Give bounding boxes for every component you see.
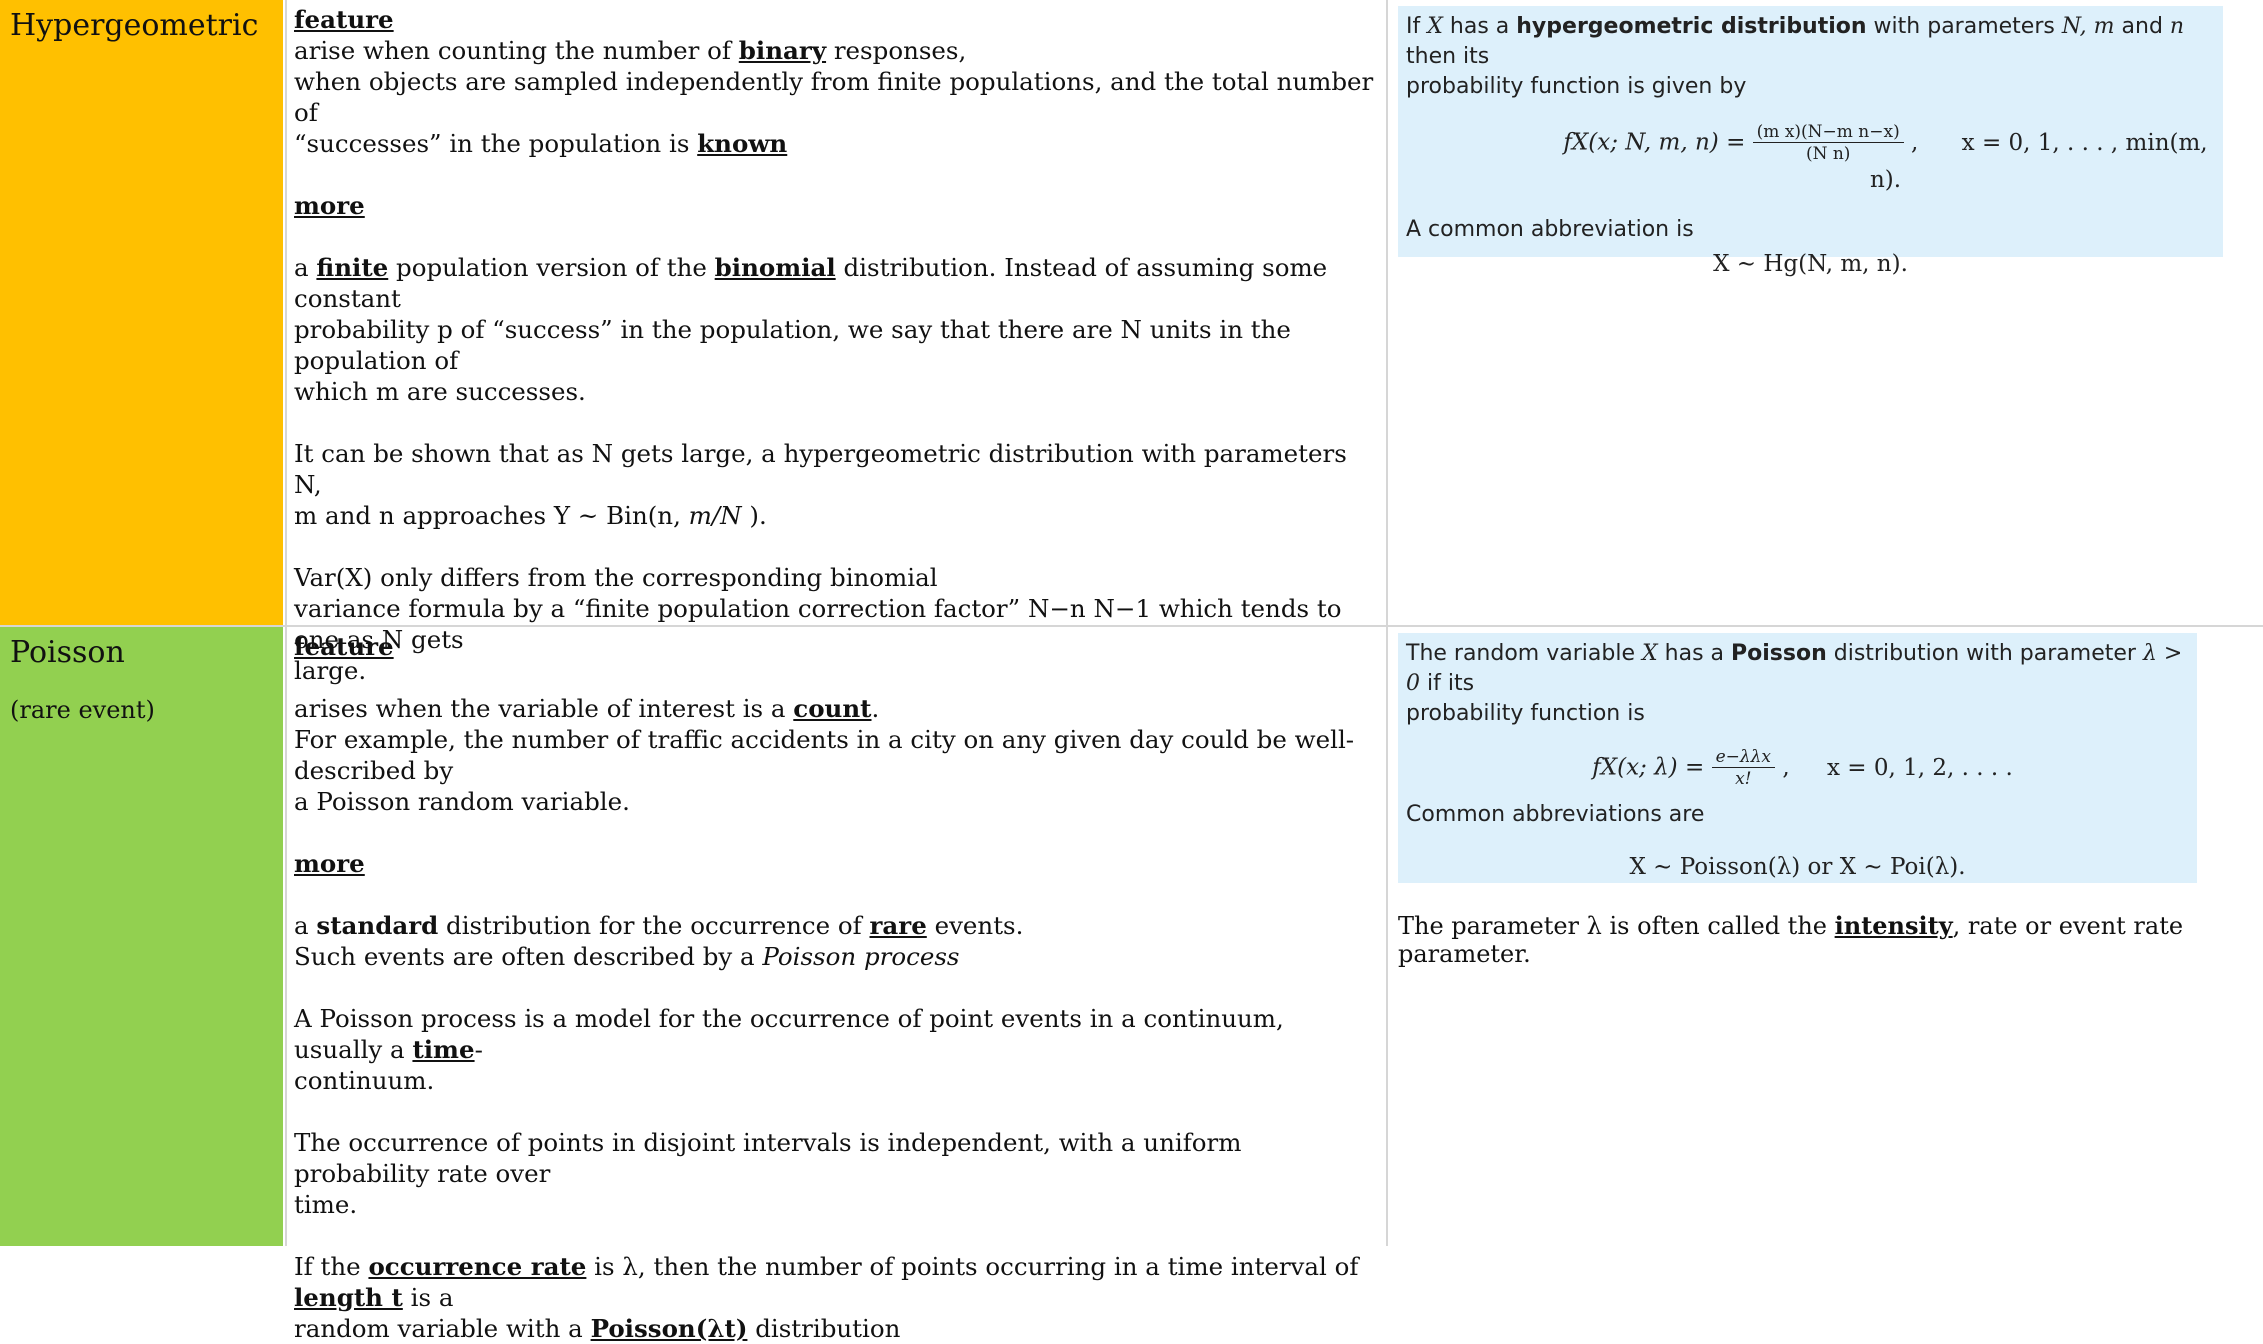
more-heading: more [294, 849, 365, 878]
feature-heading: feature [294, 5, 394, 34]
feature-text: arises when the variable of interest is … [294, 694, 880, 723]
abbreviation-label: A common abbreviation is [1406, 217, 1694, 242]
distribution-subname: (rare event) [10, 696, 155, 724]
more-text: time. [294, 1190, 358, 1219]
definition-cell: If X has a hypergeometric distribution w… [1390, 0, 2263, 625]
feature-text: For example, the number of traffic accid… [294, 725, 1355, 785]
more-text: random variable with a Poisson(λt) distr… [294, 1314, 901, 1343]
distribution-name-cell: Hypergeometric [0, 0, 283, 625]
pmf-formula: fX(x; N, m, n) = (m x)(N−m n−x) (N n) , x… [1563, 122, 2208, 193]
pmf-formula: fX(x; λ) = e−λλx x! , x = 0, 1, 2, . . . … [1592, 747, 2013, 789]
feature-heading: feature [294, 632, 394, 661]
definition-cell: The random variable X has a Poisson dist… [1390, 627, 2263, 1246]
abbreviation-formula: X ∼ Hg(N, m, n). [1713, 251, 1908, 277]
more-text: m and n approaches Y ~ Bin(n, m/N ). [294, 501, 767, 530]
intensity-text: The parameter λ is often called the inte… [1398, 911, 2184, 968]
more-heading: more [294, 191, 365, 220]
more-text: The occurrence of points in disjoint int… [294, 1128, 1242, 1188]
feature-text: when objects are sampled independently f… [294, 67, 1374, 127]
feature-text: “successes” in the population is known [294, 129, 788, 158]
definition-box: If X has a hypergeometric distribution w… [1398, 6, 2223, 277]
more-text: continuum. [294, 1066, 435, 1095]
abbreviation-formula: X ∼ Poisson(λ) or X ∼ Poi(λ). [1629, 854, 1966, 880]
description-cell: feature arises when the variable of inte… [285, 627, 1388, 1343]
description-cell: feature arise when counting the number o… [285, 0, 1388, 685]
more-text: a standard distribution for the occurren… [294, 911, 1024, 940]
abbreviation-label: Common abbreviations are [1406, 802, 1705, 827]
more-text: probability p of “success” in the popula… [294, 315, 1291, 375]
feature-text: arise when counting the number of binary… [294, 36, 967, 65]
table-row: Hypergeometric feature arise when counti… [0, 0, 2263, 685]
feature-text: a Poisson random variable. [294, 787, 630, 816]
more-text: Var(X) only differs from the correspondi… [294, 563, 938, 592]
more-text: a finite population version of the binom… [294, 253, 1328, 313]
more-text: It can be shown that as N gets large, a … [294, 439, 1347, 499]
more-text: A Poisson process is a model for the occ… [294, 1004, 1284, 1064]
table-row: Poisson (rare event) feature arises when… [0, 627, 2263, 1343]
distribution-table: Hypergeometric feature arise when counti… [0, 0, 2263, 1343]
distribution-name: Hypergeometric [10, 8, 259, 43]
more-text: which m are successes. [294, 377, 586, 406]
distribution-name-cell: Poisson (rare event) [0, 627, 283, 1246]
more-text: If the occurrence rate is λ, then the nu… [294, 1252, 1359, 1312]
distribution-name: Poisson [10, 635, 125, 670]
more-text: Such events are often described by a Poi… [294, 942, 960, 971]
definition-box: The random variable X has a Poisson dist… [1398, 633, 2197, 883]
